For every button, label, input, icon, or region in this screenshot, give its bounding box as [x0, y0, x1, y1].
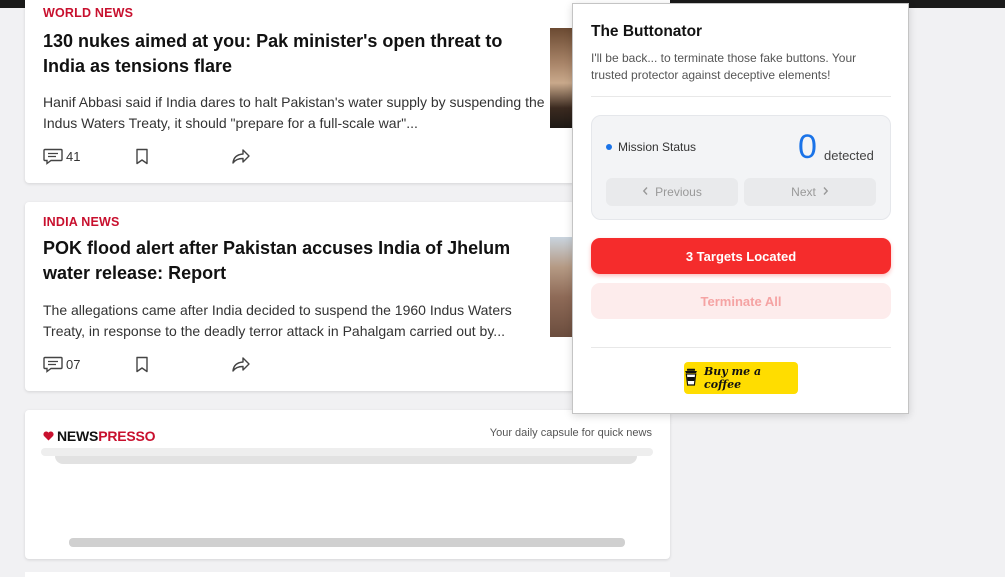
chevron-right-icon	[822, 185, 829, 199]
next-card-edge	[25, 572, 670, 577]
detected-count: 0	[798, 128, 817, 166]
article-summary: Hanif Abbasi said if India dares to halt…	[43, 94, 545, 131]
next-button[interactable]: Next	[744, 178, 876, 206]
buy-me-a-coffee-button[interactable]: Buy me a coffee	[684, 362, 798, 394]
loading-placeholder	[69, 538, 625, 547]
next-label: Next	[791, 185, 816, 199]
detected-label: detected	[824, 148, 874, 163]
divider	[591, 347, 891, 348]
share-button[interactable]	[231, 354, 251, 374]
comment-count: 07	[66, 356, 81, 372]
coffee-label: Buy me a coffee	[704, 365, 762, 391]
article-actions: 41	[43, 146, 273, 166]
comment-icon	[43, 148, 63, 165]
comments-button[interactable]: 41	[43, 146, 80, 166]
newspresso-tagline: Your daily capsule for quick news	[489, 427, 652, 439]
article-summary: The allegations came after India decided…	[43, 302, 512, 339]
previous-button[interactable]: Previous	[606, 178, 738, 206]
logo-presso-text: PRESSO	[98, 428, 156, 444]
buttonator-popup: The Buttonator I'll be back... to termin…	[572, 3, 909, 414]
comment-icon	[43, 356, 63, 373]
heart-icon	[43, 428, 54, 444]
article-headline[interactable]: 130 nukes aimed at you: Pak minister's o…	[43, 29, 523, 79]
targets-located-button[interactable]: 3 Targets Located	[591, 238, 891, 274]
status-dot-icon	[606, 144, 612, 150]
previous-label: Previous	[655, 185, 702, 199]
comment-count: 41	[66, 148, 81, 164]
bookmark-button[interactable]	[135, 354, 149, 374]
mission-status-panel: Mission Status 0 detected Previous Next	[591, 115, 891, 220]
divider	[591, 96, 891, 97]
comments-button[interactable]: 07	[43, 354, 80, 374]
terminate-all-button[interactable]: Terminate All	[591, 283, 891, 319]
article-category: INDIA NEWS	[43, 215, 120, 229]
share-icon	[231, 148, 251, 165]
status-label: Mission Status	[618, 140, 697, 154]
loading-placeholder	[41, 448, 653, 456]
popup-description: I'll be back... to terminate those fake …	[591, 51, 857, 82]
article-headline[interactable]: POK flood alert after Pakistan accuses I…	[43, 236, 523, 286]
article-category: WORLD NEWS	[43, 6, 134, 20]
chevron-left-icon	[642, 185, 649, 199]
popup-title: The Buttonator	[591, 23, 703, 40]
loading-placeholder	[55, 456, 637, 464]
coffee-cup-icon	[684, 368, 698, 389]
bookmark-icon	[135, 356, 149, 373]
share-button[interactable]	[231, 146, 251, 166]
newspresso-logo[interactable]: NEWS PRESSO	[43, 428, 156, 444]
logo-news-text: NEWS	[57, 428, 99, 444]
bookmark-icon	[135, 148, 149, 165]
newspresso-card[interactable]: NEWS PRESSO Your daily capsule for quick…	[25, 410, 670, 559]
bookmark-button[interactable]	[135, 146, 149, 166]
share-icon	[231, 356, 251, 373]
article-actions: 07	[43, 354, 273, 374]
